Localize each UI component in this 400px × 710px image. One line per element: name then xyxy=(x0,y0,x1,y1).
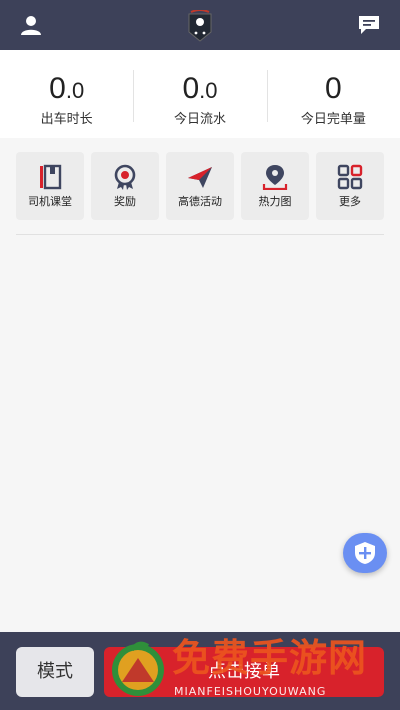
award-medal-icon xyxy=(114,164,136,190)
stat-today-revenue: 0.0 今日流水 xyxy=(133,50,266,138)
tool-more[interactable]: 更多 xyxy=(316,152,384,220)
mode-button[interactable]: 模式 xyxy=(16,647,94,697)
message-icon[interactable] xyxy=(358,15,380,35)
stat-driving-time: 0.0 出车时长 xyxy=(0,50,133,138)
tool-label: 司机课堂 xyxy=(28,195,72,208)
tool-label: 高德活动 xyxy=(178,195,222,208)
tool-label: 热力图 xyxy=(258,195,292,208)
stat-value: 0.0 xyxy=(182,72,218,105)
stat-today-orders: 0 今日完单量 xyxy=(266,50,400,138)
tool-label: 更多 xyxy=(339,195,361,208)
tool-label: 奖励 xyxy=(114,195,136,208)
tool-driver-class[interactable]: 司机课堂 xyxy=(16,152,84,220)
tool-grid: 司机课堂 奖励 高德活动 热力图 更多 xyxy=(16,152,384,220)
floating-shield-button[interactable] xyxy=(343,533,387,573)
tool-amap-activity[interactable]: 高德活动 xyxy=(166,152,234,220)
divider xyxy=(16,234,384,235)
stat-value: 0.0 xyxy=(49,72,85,105)
grid-more-icon xyxy=(337,164,363,190)
watermark-title: 免费手游网 xyxy=(172,635,368,680)
stat-label: 今日完单量 xyxy=(300,112,366,127)
notebook-icon xyxy=(40,164,62,190)
user-icon[interactable] xyxy=(20,14,42,36)
location-pin-icon xyxy=(262,165,288,190)
tool-award[interactable]: 奖励 xyxy=(91,152,159,220)
watermark-logo-icon xyxy=(112,641,164,696)
shield-logo-icon xyxy=(188,10,212,42)
paper-plane-icon xyxy=(188,167,212,188)
shield-plus-icon xyxy=(355,542,375,564)
top-bar xyxy=(0,0,400,50)
stat-value: 0 xyxy=(324,72,342,105)
tool-heatmap[interactable]: 热力图 xyxy=(241,152,309,220)
stat-label: 今日流水 xyxy=(173,112,226,127)
stat-label: 出车时长 xyxy=(40,112,93,127)
watermark-subtitle: MIANFEISHOUYOUWANG xyxy=(174,685,327,698)
stats-panel: 0.0 出车时长 0.0 今日流水 0 今日完单量 xyxy=(0,50,400,138)
